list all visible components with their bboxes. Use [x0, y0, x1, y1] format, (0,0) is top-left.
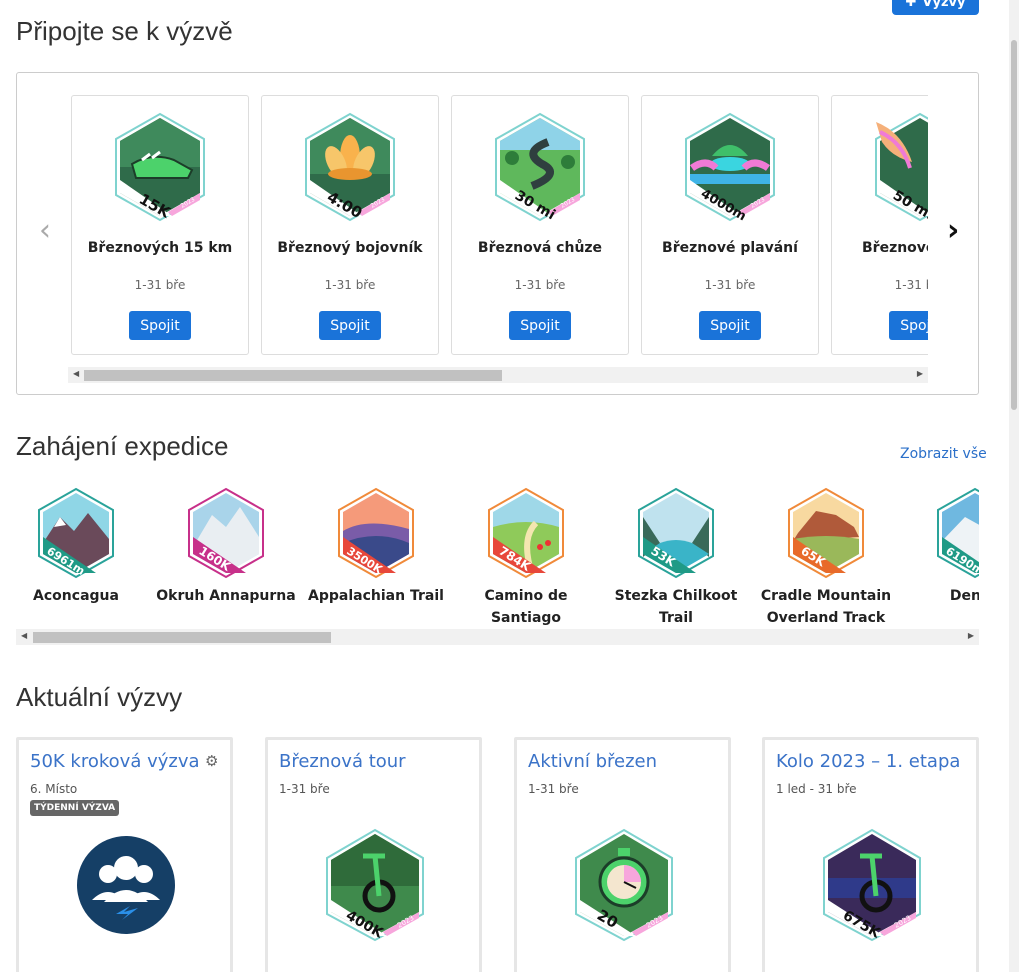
expedition-name: Camino de Santiago [484, 588, 568, 626]
challenge-title[interactable]: Kolo 2023 – 1. etapa [776, 751, 971, 772]
join-button[interactable]: Spojit [319, 311, 381, 340]
challenge-title[interactable]: Aktivní březen [528, 751, 723, 772]
scroll-right-arrow-icon[interactable]: ▶ [917, 369, 923, 378]
scroll-left-arrow-icon[interactable]: ◀ [21, 631, 27, 640]
expedition-item[interactable]: 784K Camino de Santiago [451, 487, 601, 629]
mountain-badge-icon: 6961m [38, 487, 114, 579]
challenge-title[interactable]: Březnová tour [279, 751, 474, 772]
cradle-mountain-badge-icon: 65K [788, 487, 864, 579]
carousel-prev-button[interactable]: ‹ [39, 213, 51, 248]
expedition-item[interactable]: 6190m Denali [900, 487, 979, 607]
carousel-next-button[interactable]: › [947, 213, 959, 248]
join-section-title: Připojte se k výzvě [16, 16, 233, 46]
wing-badge-icon: 50 mi 2023 [875, 112, 928, 222]
current-challenge-card[interactable]: Aktivní březen 1-31 bře 20 2023 [514, 737, 731, 972]
expedition-name: Denali [949, 588, 979, 604]
stopwatch-badge-icon: 20 2023 [575, 828, 673, 942]
expedition-item[interactable]: 53K Stezka Chilkoot Trail [601, 487, 751, 629]
challenge-card: 30 mi 2023 Březnová chůze 1-31 bře Spoji… [451, 95, 629, 355]
challenges-button[interactable]: ✚ Výzvy [892, 0, 979, 15]
expedition-section-title: Zahájení expedice [16, 431, 229, 461]
expedition-name: Appalachian Trail [308, 588, 444, 604]
expedition-name: Cradle Mountain Overland Track [760, 588, 892, 626]
scroll-right-arrow-icon[interactable]: ▶ [968, 631, 974, 640]
show-all-link[interactable]: Zobrazit vše [900, 446, 987, 462]
weekly-challenge-badge: TÝDENNÍ VÝZVA [30, 800, 120, 816]
denali-badge-icon: 6190m [937, 487, 979, 579]
chilkoot-badge-icon: 53K [638, 487, 714, 579]
appalachian-badge-icon: 3500K [338, 487, 414, 579]
expedition-item[interactable]: 65K Cradle Mountain Overland Track [751, 487, 901, 629]
challenge-card-strip: 15K 2023 Březnových 15 km 1-31 bře Spoji… [71, 95, 928, 357]
expedition-name: Okruh Annapurna [156, 588, 296, 604]
expedition-item[interactable]: 160K Okruh Annapurna [151, 487, 301, 607]
challenge-carousel-scrollbar[interactable]: ◀ ▶ [68, 367, 928, 383]
scroll-left-arrow-icon[interactable]: ◀ [73, 369, 79, 378]
expedition-item[interactable]: 6961m Aconcagua [1, 487, 151, 607]
challenge-name: Březnový bojovník [277, 240, 423, 256]
current-challenge-card[interactable]: 50K kroková výzva ⚙ 6. Místo TÝDENNÍ VÝZ… [16, 737, 233, 972]
challenge-name: Březnové plavání [662, 240, 798, 256]
gear-icon[interactable]: ⚙ [205, 752, 218, 770]
expedition-name: Stezka Chilkoot Trail [614, 588, 738, 626]
challenge-dates: 1-31 bře [528, 782, 579, 796]
join-button[interactable]: Spojit [129, 311, 191, 340]
challenge-card: 50 mi 2023 Březnové jízdy 1-31 bře Spoji… [831, 95, 928, 355]
scrollbar-thumb[interactable] [33, 632, 331, 643]
page-scrollbar[interactable] [1009, 0, 1019, 972]
join-button[interactable]: Spojit [699, 311, 761, 340]
group-icon [77, 836, 175, 934]
expedition-scrollbar[interactable]: ◀ ▶ [16, 629, 979, 645]
challenge-rank: 6. Místo [30, 782, 78, 796]
current-challenge-card[interactable]: Kolo 2023 – 1. etapa 1 led - 31 bře 675K… [762, 737, 979, 972]
join-button[interactable]: Spojit [509, 311, 571, 340]
bike-stage-badge-icon: 675K 2023 [823, 828, 921, 942]
current-section-title: Aktuální výzvy [16, 682, 183, 712]
join-challenge-panel: ‹ › 15K 2023 Březnových 15 km 1-31 bře S… [16, 72, 979, 395]
scrollbar-thumb[interactable] [84, 370, 502, 381]
challenge-dates: 1-31 bře [514, 278, 566, 292]
current-challenge-card[interactable]: Březnová tour 1-31 bře 400K 2023 [265, 737, 482, 972]
bike-tour-badge-icon: 400K 2023 [326, 828, 424, 942]
challenge-dates: 1-31 bře [134, 278, 186, 292]
swim-badge-icon: 4000m 2023 [685, 112, 775, 222]
challenge-name: Březnová chůze [477, 240, 603, 256]
challenge-dates: 1 led - 31 bře [776, 782, 857, 796]
join-button[interactable]: Spojit [889, 311, 928, 340]
challenge-card: 4:00 2023 Březnový bojovník 1-31 bře Spo… [261, 95, 439, 355]
challenge-dates: 1-31 bře [324, 278, 376, 292]
plus-icon: ✚ [905, 0, 917, 10]
challenge-card: 15K 2023 Březnových 15 km 1-31 bře Spoji… [71, 95, 249, 355]
lotus-badge-icon: 4:00 2023 [305, 112, 395, 222]
expedition-item[interactable]: 3500K Appalachian Trail [301, 487, 451, 607]
challenges-button-label: Výzvy [922, 0, 966, 10]
challenge-dates: 1-31 bře [894, 278, 928, 292]
run-15k-badge-icon: 15K 2023 [115, 112, 205, 222]
challenge-name: Březnových 15 km [87, 240, 233, 256]
camino-badge-icon: 784K [488, 487, 564, 579]
page-scrollbar-thumb[interactable] [1011, 40, 1017, 410]
challenge-dates: 1-31 bře [279, 782, 330, 796]
challenge-dates: 1-31 bře [704, 278, 756, 292]
challenge-card: 4000m 2023 Březnové plavání 1-31 bře Spo… [641, 95, 819, 355]
challenge-title[interactable]: 50K kroková výzva [30, 751, 225, 772]
expedition-name: Aconcagua [33, 588, 119, 604]
annapurna-badge-icon: 160K [188, 487, 264, 579]
challenge-name: Březnové jízdy [862, 240, 928, 256]
walk-path-badge-icon: 30 mi 2023 [495, 112, 585, 222]
expedition-overflow-clip: 6190m Denali [900, 487, 979, 632]
